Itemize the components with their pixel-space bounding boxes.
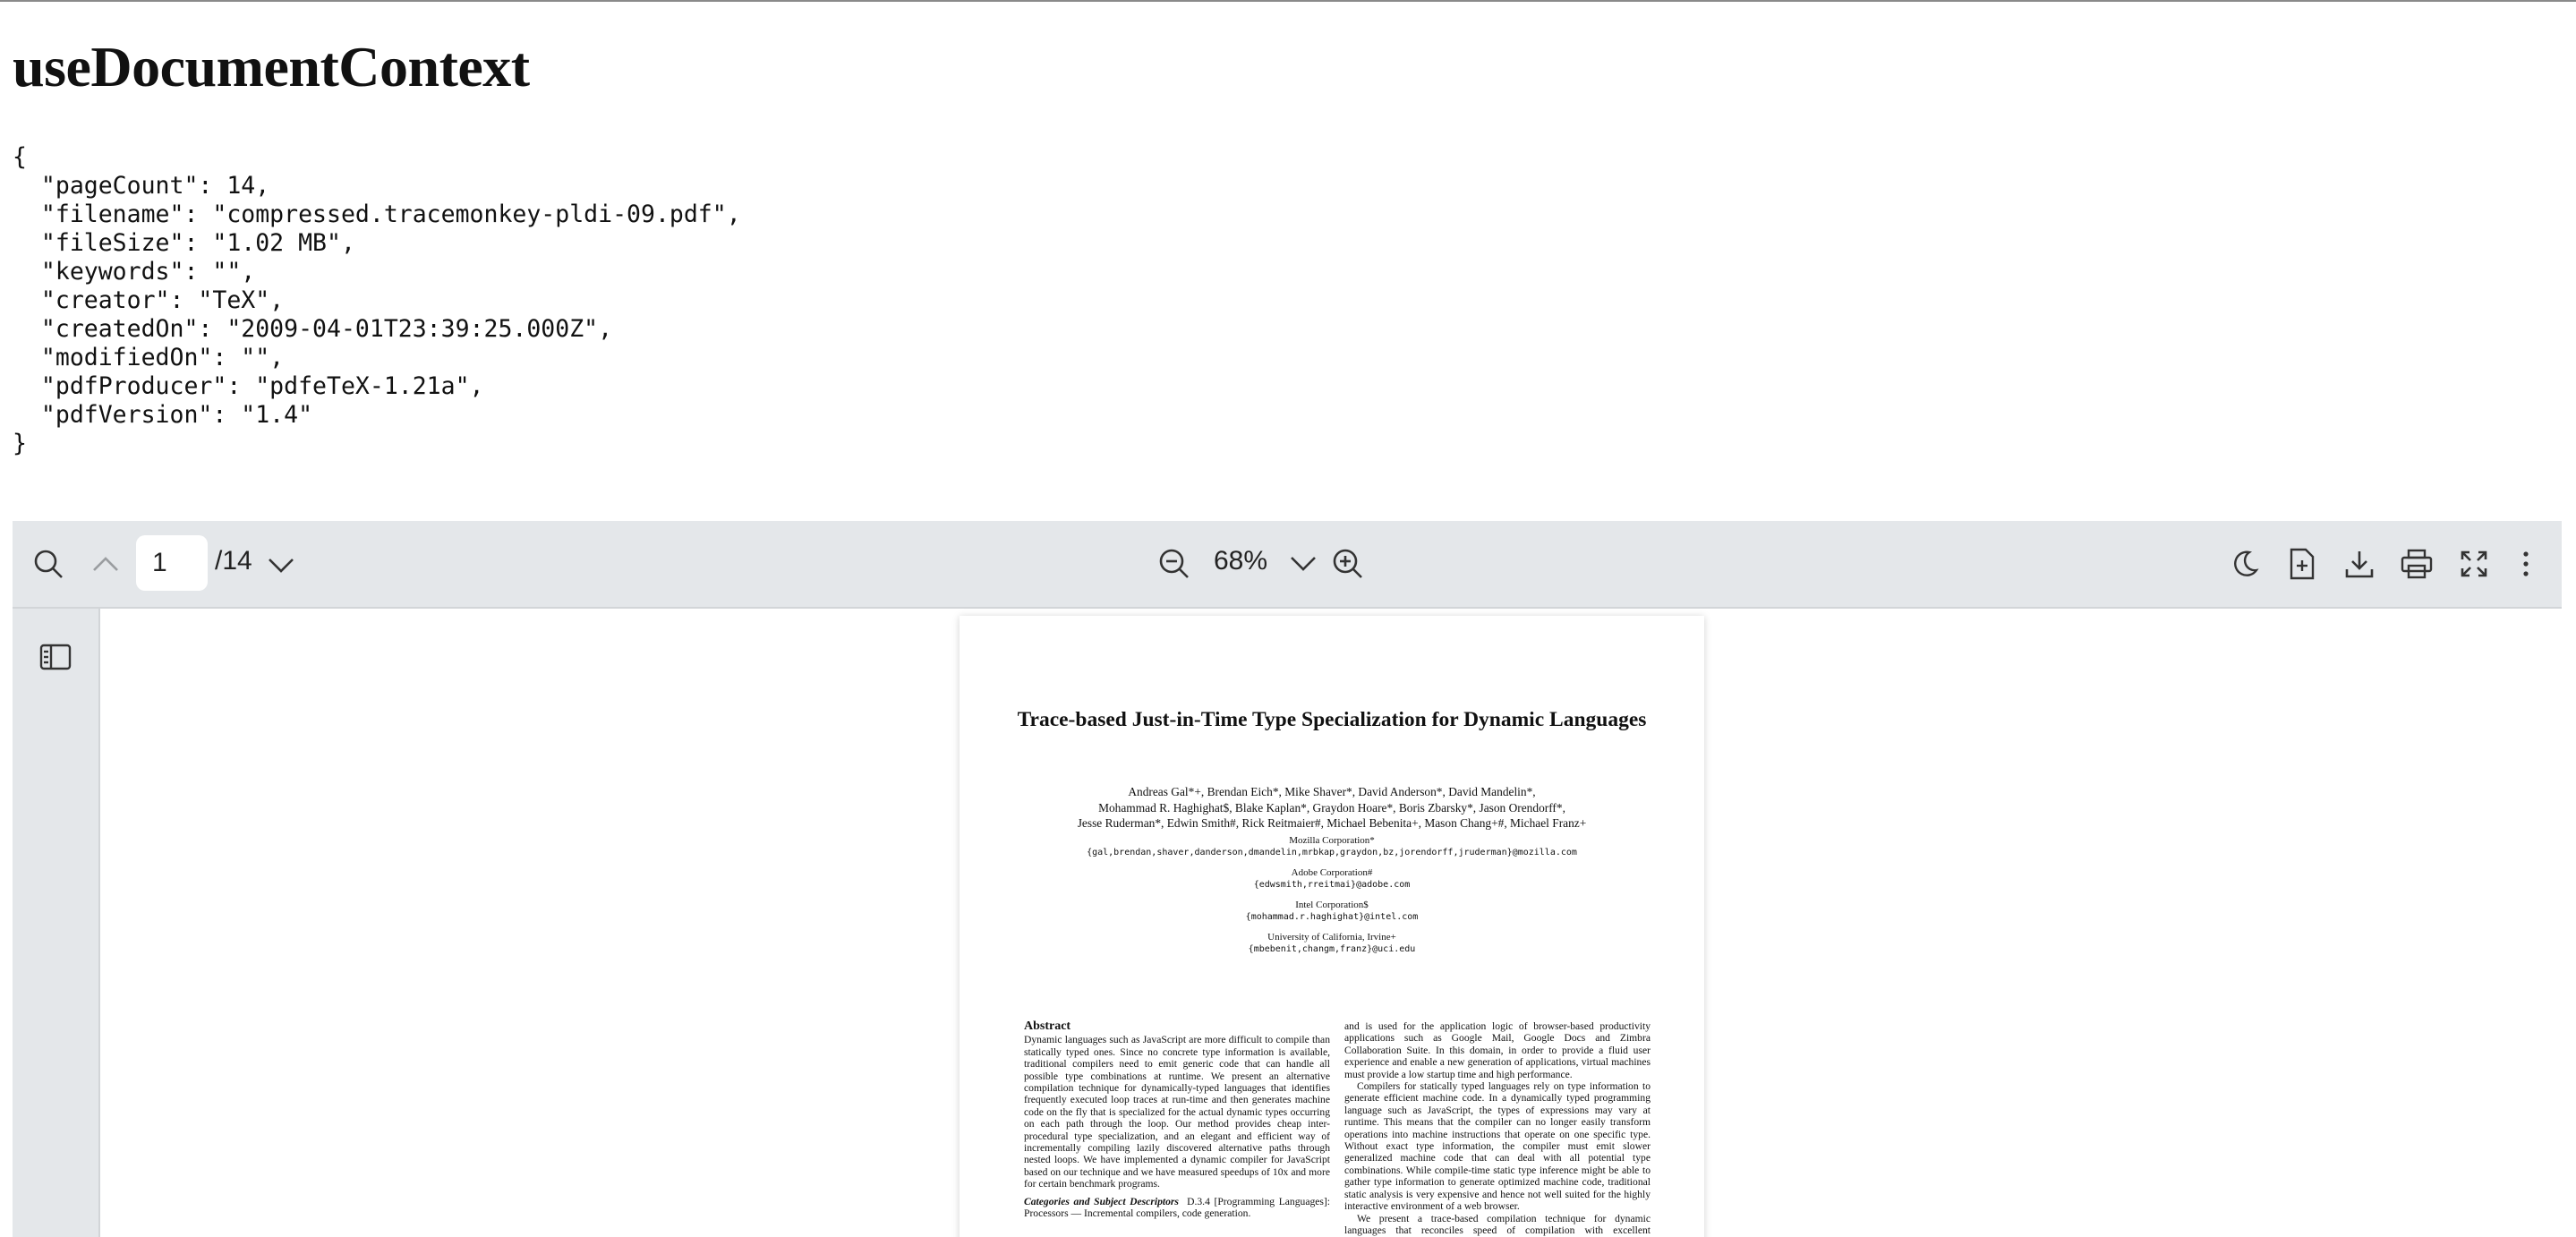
zoom-out-icon[interactable]: [1155, 544, 1194, 584]
pdf-page: Trace-based Just-in-Time Type Specializa…: [960, 616, 1704, 1237]
paragraph: and is used for the application logic of…: [1344, 1020, 1651, 1080]
affiliation: Intel Corporation$ {mohammad.r.haghighat…: [995, 899, 1668, 924]
affiliation-email: {edwsmith,rreitmai}@adobe.com: [995, 879, 1668, 891]
pdf-sidebar: [13, 609, 100, 1237]
paper-title: Trace-based Just-in-Time Type Specializa…: [1013, 707, 1651, 732]
file-plus-icon[interactable]: [2284, 544, 2320, 584]
chevron-up-icon[interactable]: [88, 546, 124, 582]
zoom-in-icon[interactable]: [1328, 544, 1368, 584]
document-context-json: { "pageCount": 14, "filename": "compress…: [13, 143, 741, 458]
authors-line: Mohammad R. Haghighat$, Blake Kaplan*, G…: [995, 800, 1668, 816]
affiliation: University of California, Irvine+ {mbebe…: [995, 931, 1668, 956]
print-icon[interactable]: [2397, 544, 2436, 584]
categories-heading: Categories and Subject Descriptors: [1024, 1196, 1179, 1207]
paper-authors: Andreas Gal*+, Brendan Eich*, Mike Shave…: [995, 784, 1668, 832]
page-number-input[interactable]: [136, 535, 208, 591]
affiliation: Adobe Corporation# {edwsmith,rreitmai}@a…: [995, 866, 1668, 891]
pdf-toolbar: /14 68%: [13, 521, 2562, 609]
affiliation-email: {mohammad.r.haghighat}@intel.com: [995, 911, 1668, 924]
zoom-level[interactable]: 68%: [1214, 546, 1267, 576]
paper-right-column: and is used for the application logic of…: [1344, 1020, 1651, 1237]
affiliation-name: Adobe Corporation#: [995, 866, 1668, 879]
pdf-viewer: /14 68%: [13, 521, 2562, 1237]
affiliation: Mozilla Corporation* {gal,brendan,shaver…: [995, 834, 1668, 859]
fullscreen-icon[interactable]: [2454, 544, 2494, 584]
abstract-text: Dynamic languages such as JavaScript are…: [1024, 1034, 1330, 1190]
moon-icon[interactable]: [2227, 546, 2263, 582]
affiliation-name: University of California, Irvine+: [995, 931, 1668, 943]
pdf-canvas[interactable]: Trace-based Just-in-Time Type Specializa…: [100, 609, 2562, 1237]
more-vertical-icon[interactable]: [2513, 544, 2538, 584]
paragraph: Compilers for statically typed languages…: [1344, 1080, 1651, 1212]
zoom-dropdown-icon[interactable]: [1287, 548, 1319, 580]
page-total: /14: [215, 546, 252, 576]
affiliation-email: {gal,brendan,shaver,danderson,dmandelin,…: [995, 847, 1668, 859]
authors-line: Jesse Ruderman*, Edwin Smith#, Rick Reit…: [995, 815, 1668, 832]
download-icon[interactable]: [2340, 544, 2379, 584]
affiliation-name: Intel Corporation$: [995, 899, 1668, 911]
paragraph: We present a trace-based compilation tec…: [1344, 1213, 1651, 1237]
abstract-heading: Abstract: [1024, 1020, 1330, 1032]
authors-line: Andreas Gal*+, Brendan Eich*, Mike Shave…: [995, 784, 1668, 800]
search-icon[interactable]: [29, 544, 68, 584]
page-title: useDocumentContext: [13, 34, 530, 100]
chevron-down-icon[interactable]: [263, 548, 299, 584]
thumbnails-icon[interactable]: [36, 639, 75, 675]
affiliation-name: Mozilla Corporation*: [995, 834, 1668, 847]
paper-left-column: Abstract Dynamic languages such as JavaS…: [1024, 1020, 1330, 1220]
affiliation-email: {mbebenit,changm,franz}@uci.edu: [995, 943, 1668, 956]
